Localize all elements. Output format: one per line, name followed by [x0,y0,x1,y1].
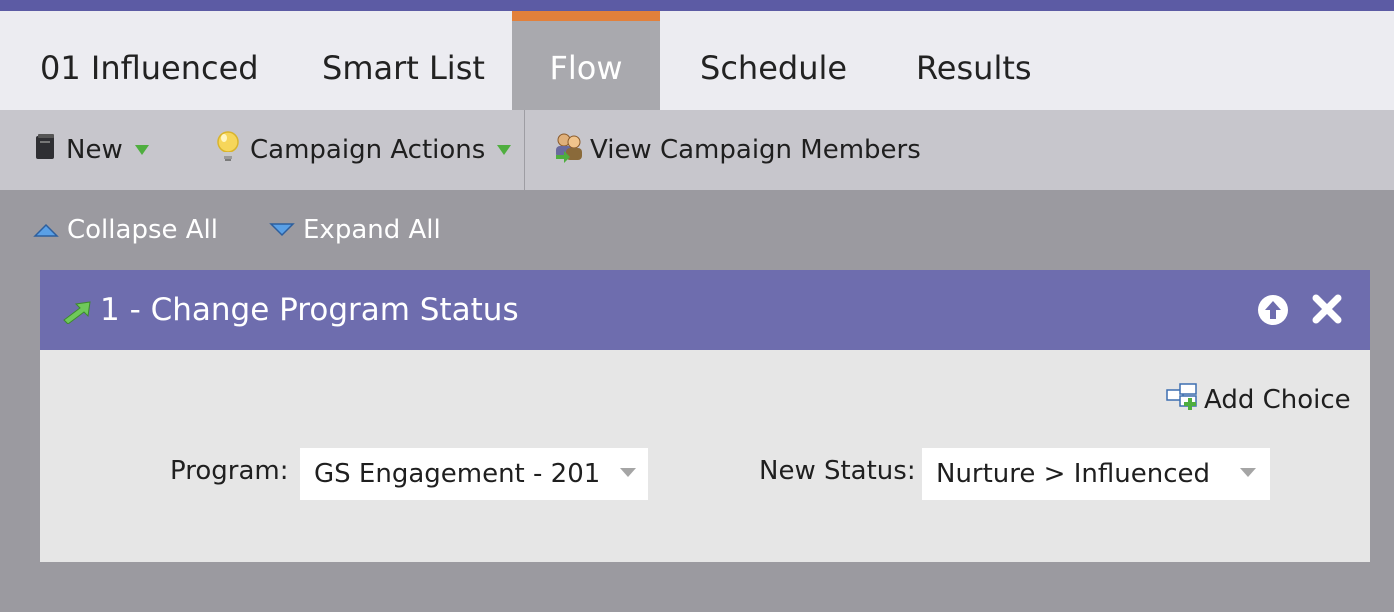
new-menu-button[interactable]: New [34,110,149,190]
program-select[interactable]: GS Engagement - 2018 [300,448,648,500]
collapse-triangle-icon [33,215,59,245]
flow-step-title: 1 - Change Program Status [100,292,519,328]
top-accent-bar [0,0,1394,11]
program-value: GS Engagement - 2018 [314,459,600,489]
new-status-label: New Status: [759,456,916,486]
tab-smart-list[interactable]: Smart List [322,11,485,110]
lightbulb-icon [214,130,242,171]
campaign-actions-button[interactable]: Campaign Actions [214,110,512,190]
toolbar-divider [524,110,525,190]
dropdown-arrow-icon [497,145,512,155]
add-choice-button[interactable]: Add Choice [1166,382,1351,418]
expand-all-button[interactable]: Expand All [269,190,441,270]
chevron-down-icon [620,468,636,477]
people-icon [552,131,586,170]
view-campaign-members-button[interactable]: View Campaign Members [552,110,921,190]
close-icon[interactable] [1312,294,1342,328]
new-status-value: Nurture > Influenced [936,459,1210,489]
toolbar: New Campaign Actions View Campaign Membe… [0,110,1394,190]
flow-step-header: 1 - Change Program Status [40,270,1370,350]
notebook-icon [34,133,56,168]
add-choice-label: Add Choice [1204,385,1351,415]
expand-triangle-icon [269,215,295,245]
tab-flow[interactable]: Flow [512,11,660,110]
campaign-actions-label: Campaign Actions [250,135,486,165]
dropdown-arrow-icon [134,145,149,155]
collapse-expand-row: Collapse All Expand All [0,190,1394,270]
collapse-all-button[interactable]: Collapse All [33,190,218,270]
new-status-select[interactable]: Nurture > Influenced [922,448,1270,500]
arrow-up-right-icon [62,300,92,328]
add-choice-icon [1166,382,1200,419]
flow-step-panel: 1 - Change Program Status Add Choice Pro… [40,270,1370,562]
chevron-down-icon [1240,468,1256,477]
view-campaign-members-label: View Campaign Members [590,135,921,165]
collapse-all-label: Collapse All [67,215,218,245]
tab-bar: 01 Influenced Smart List Flow Schedule R… [0,11,1394,110]
move-up-icon[interactable] [1257,294,1289,330]
tab-influenced[interactable]: 01 Influenced [40,11,259,110]
tab-schedule[interactable]: Schedule [700,11,847,110]
program-label: Program: [170,456,289,486]
tab-results[interactable]: Results [916,11,1032,110]
expand-all-label: Expand All [303,215,441,245]
new-menu-label: New [66,135,123,165]
